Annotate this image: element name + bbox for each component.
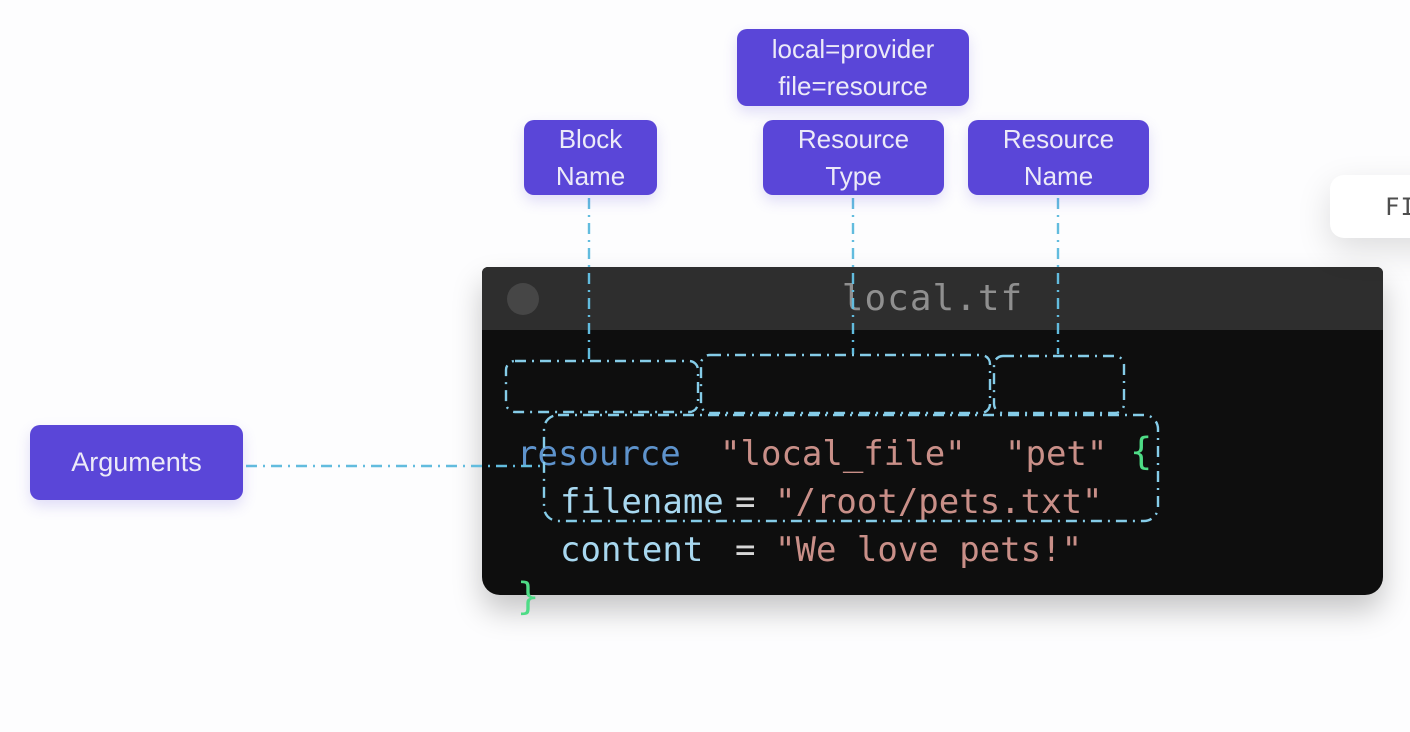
window-titlebar: local.tf	[482, 267, 1383, 330]
code-equals-sign: =	[735, 482, 755, 522]
code-keyword-resource: resource	[517, 434, 681, 474]
code-resource-name: "pet"	[1005, 434, 1107, 474]
code-arg-filename-value: "/root/pets.txt"	[775, 482, 1103, 522]
code-area: resource "local_file" "pet" { filename =…	[482, 330, 1383, 595]
side-card-file: FIL	[1330, 175, 1410, 238]
code-close-brace: }	[517, 577, 539, 617]
code-equals-sign: =	[735, 530, 755, 570]
label-block-name: Block Name	[524, 120, 657, 195]
code-open-brace: {	[1130, 432, 1152, 472]
label-resource-type: Resource Type	[763, 120, 944, 195]
code-arg-content: content	[560, 530, 703, 570]
label-arguments: Arguments	[30, 425, 243, 500]
label-resource-name: Resource Name	[968, 120, 1149, 195]
code-editor-window: local.tf resource "local_file" "pet" { f…	[482, 267, 1383, 595]
code-resource-type: "local_file"	[720, 434, 966, 474]
diagram-canvas: { "colors": { "accent": "#5a46d8", "conn…	[0, 0, 1410, 732]
code-arg-content-value: "We love pets!"	[775, 530, 1082, 570]
window-title: local.tf	[482, 267, 1383, 330]
code-arg-filename: filename	[560, 482, 724, 522]
label-provider-mapping: local=provider file=resource	[737, 29, 969, 106]
side-card-text: FIL	[1385, 193, 1410, 221]
